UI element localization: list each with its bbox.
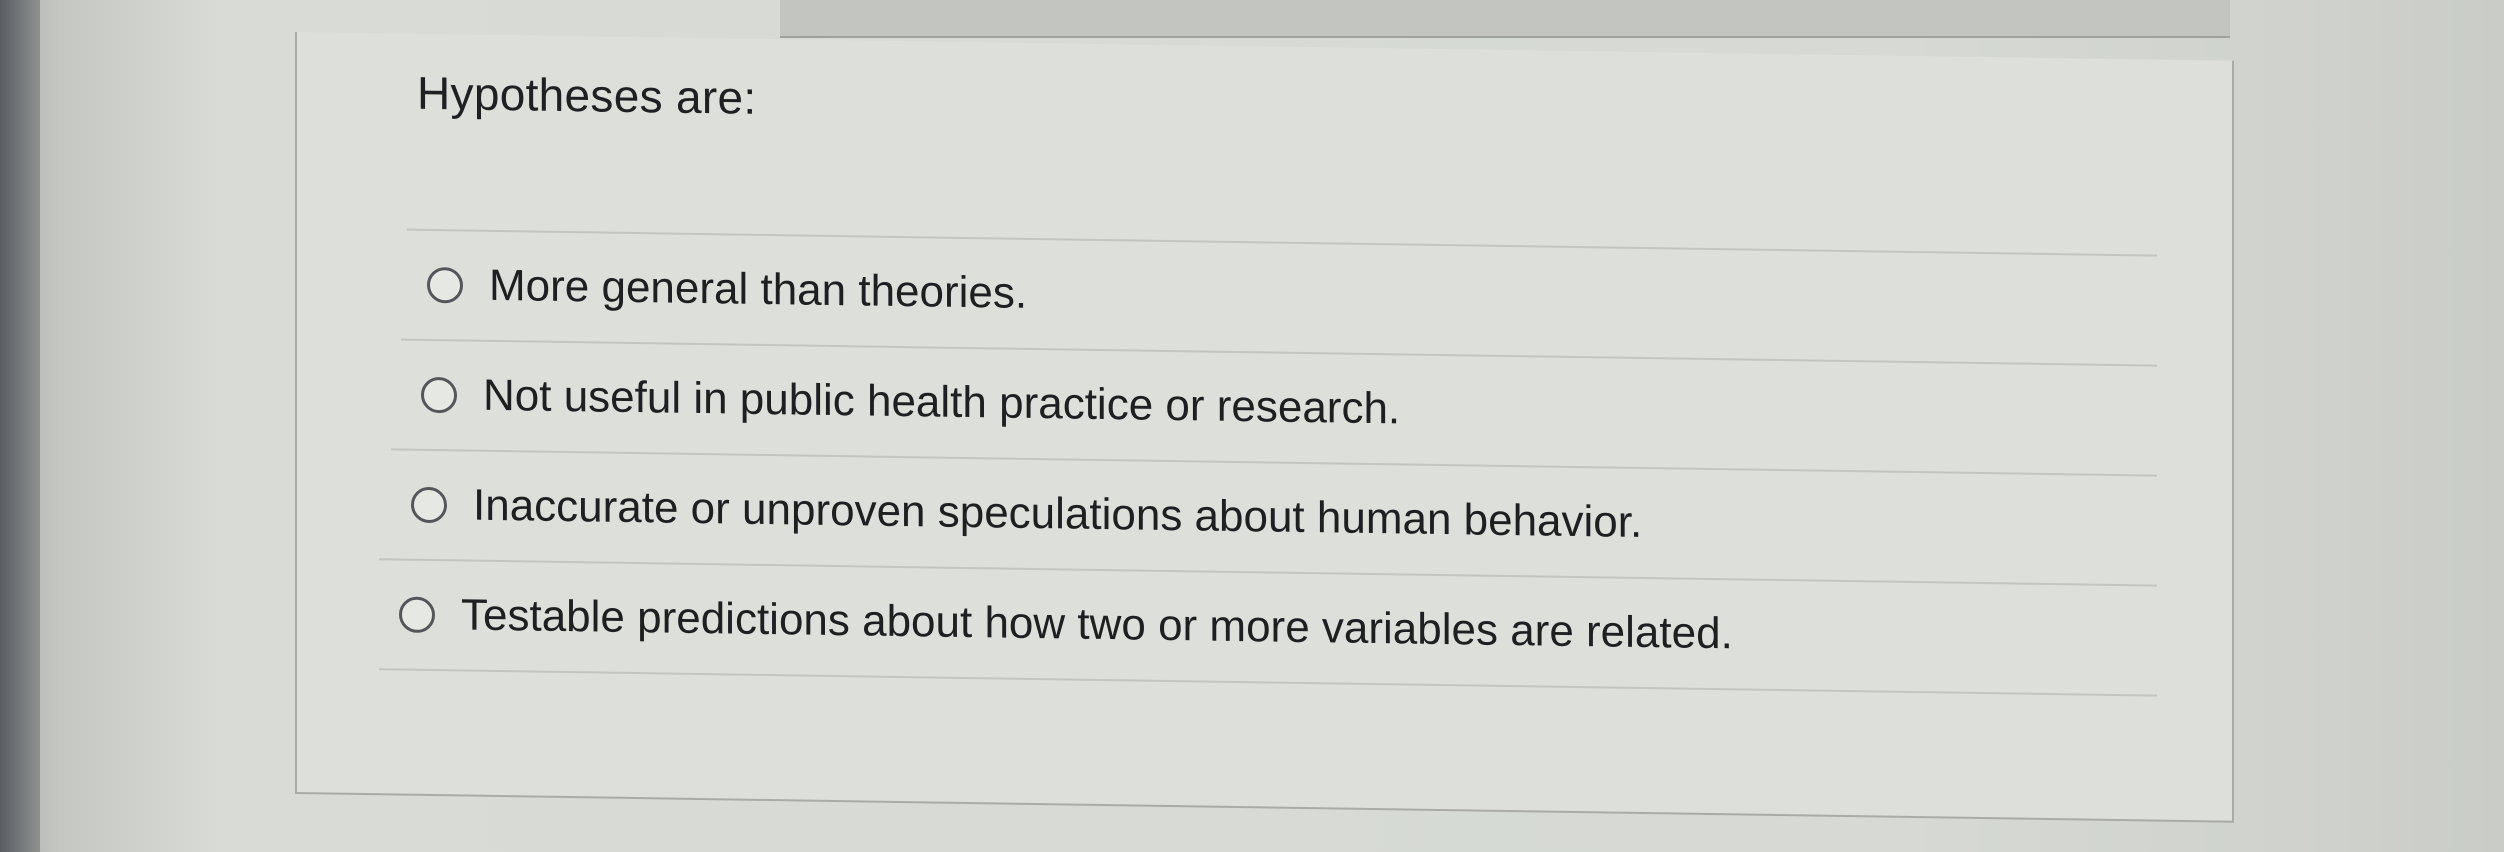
- answer-option-label: Testable predictions about how two or mo…: [461, 590, 1733, 659]
- question-card: Hypotheses are: More general than theori…: [295, 32, 2234, 823]
- top-panel-edge: [780, 0, 2230, 38]
- question-text: Hypotheses are:: [417, 66, 757, 124]
- answer-option-label: Not useful in public health practice or …: [483, 370, 1401, 434]
- radio-button-icon[interactable]: [399, 596, 435, 634]
- radio-button-icon[interactable]: [411, 486, 447, 524]
- background-shadow: [0, 0, 40, 852]
- answer-option-label: Inaccurate or unproven speculations abou…: [473, 480, 1643, 547]
- radio-button-icon[interactable]: [421, 376, 457, 414]
- answer-option-label: More general than theories.: [489, 260, 1028, 318]
- answer-options: More general than theories. Not useful i…: [379, 228, 2157, 697]
- radio-button-icon[interactable]: [427, 266, 463, 304]
